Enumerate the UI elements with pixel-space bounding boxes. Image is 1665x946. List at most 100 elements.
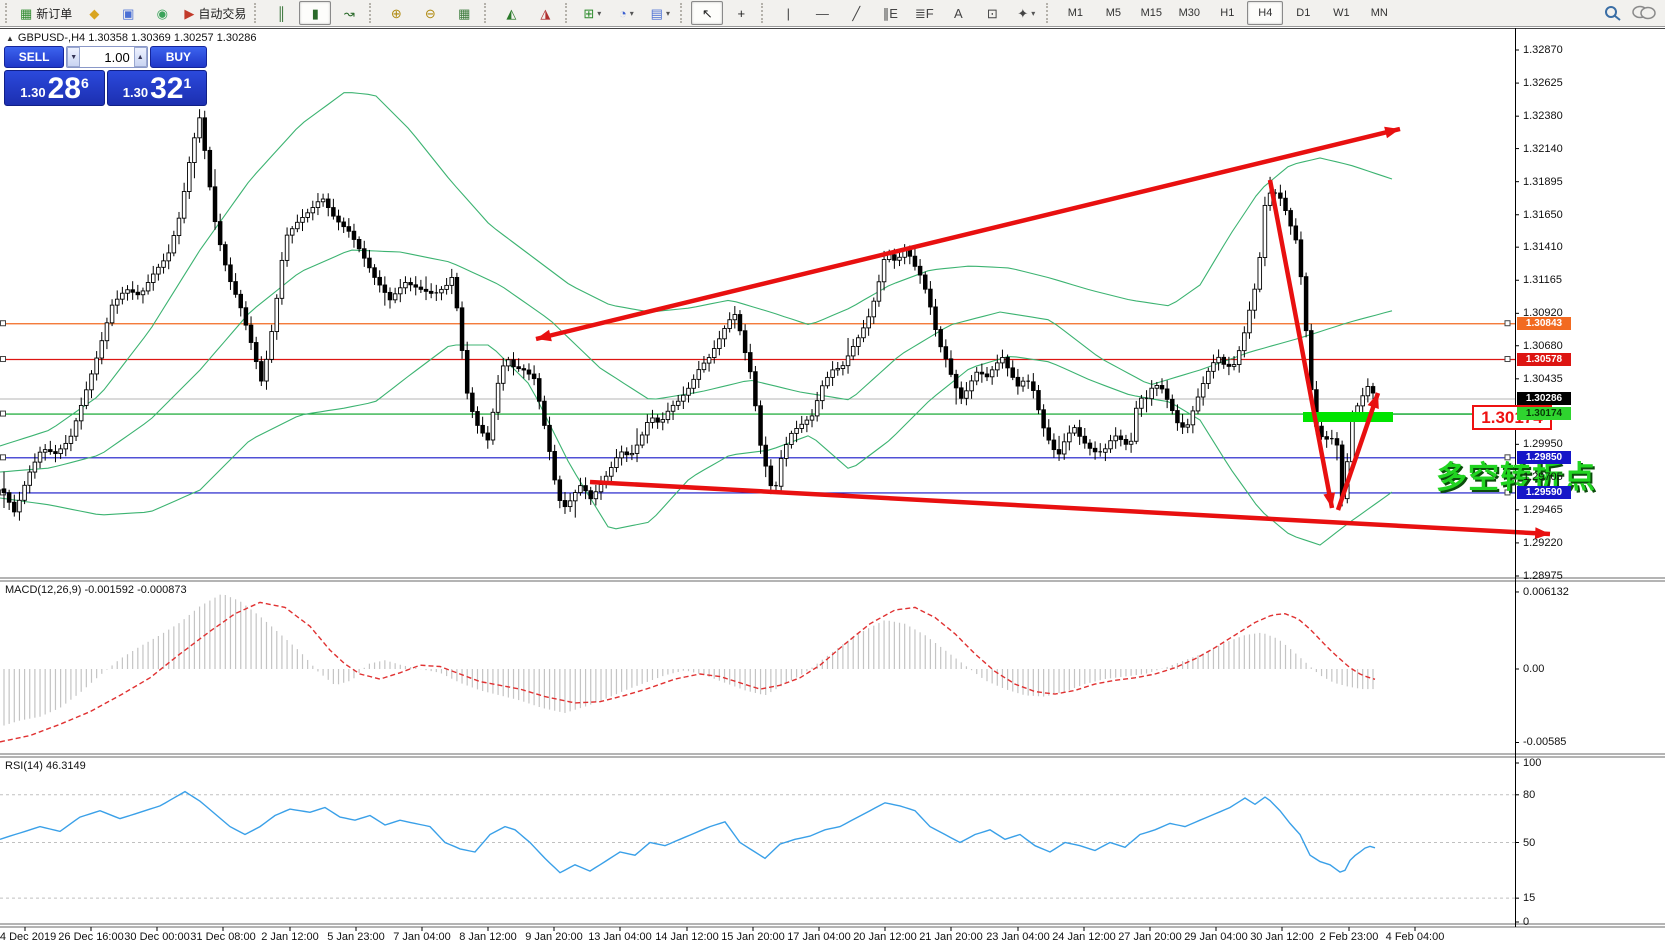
auto-scroll-icon[interactable]: ◭ [495,1,527,25]
volume-decrease-icon[interactable]: ▼ [67,47,80,67]
chat-icon[interactable] [1631,4,1657,22]
zoom-in-icon[interactable]: ⊕ [380,1,412,25]
macd-tick-label: -0.00585 [1523,736,1566,748]
tile-windows-icon-icon: ▦ [458,7,470,20]
price-badge: 1.30286 [1517,392,1571,405]
rsi-tick-label: 80 [1523,789,1535,801]
buy-price-sup: 1 [183,75,191,91]
horizontal-line-icon: — [816,7,829,20]
new-order-icon: ▦ [20,7,32,20]
mt4-terminal: ▦新订单◆▣◉▶自动交易║▮↝⊕⊖▦◭◮⊞▾◔▾▤▾↖+|—╱∥E≣FA⊡✦▾M… [0,0,1665,946]
volume-stepper[interactable]: ▼ 1.00 ▲ [66,46,148,68]
chevron-down-icon: ▾ [666,9,670,18]
timeframe-m5[interactable]: M5 [1095,1,1131,25]
toolbar-grip [565,3,572,23]
macd-tick-label: 0.006132 [1523,586,1569,598]
price-tick-label: 1.31165 [1523,274,1562,286]
collapse-triangle-icon[interactable]: ▲ [6,34,14,43]
auto-scroll-icon-icon: ◭ [506,7,516,20]
toolbar-grip [484,3,491,23]
fibonacci-icon: ≣F [915,7,934,20]
symbol-quote-text: GBPUSD-,H4 1.30358 1.30369 1.30257 1.302… [18,32,257,44]
volume-increase-icon[interactable]: ▲ [134,47,147,67]
timeframe-d1[interactable]: D1 [1285,1,1321,25]
bar-chart-icon-icon: ║ [277,7,286,20]
signals-icon[interactable]: ◉ [146,1,178,25]
text-label-tool[interactable]: ⊡ [976,1,1008,25]
candlestick-chart-icon[interactable]: ▮ [299,1,331,25]
vertical-line-tool[interactable]: | [772,1,804,25]
tile-windows-icon[interactable]: ▦ [448,1,480,25]
price-tick-label: 1.29950 [1523,438,1563,450]
horizontal-line-tool[interactable]: — [806,1,838,25]
toolbar-grip [5,3,12,23]
periods-dropdown[interactable]: ◔▾ [610,1,642,25]
timeframe-m30[interactable]: M30 [1171,1,1207,25]
buy-price-prefix: 1.30 [123,85,148,100]
timeframe-m1[interactable]: M1 [1057,1,1093,25]
price-tick-label: 1.31410 [1523,241,1563,253]
add-indicator-dropdown[interactable]: ⊞▾ [576,1,608,25]
sell-price-big: 28 [48,75,81,103]
candlestick-chart-icon-icon: ▮ [312,7,319,20]
buy-price-big: 32 [150,75,183,103]
price-tick-label: 1.28975 [1523,570,1563,582]
market-watch-icon[interactable]: ▣ [112,1,144,25]
timeframe-h1[interactable]: H1 [1209,1,1245,25]
time-tick-label: 24 Dec 2019 [0,931,56,943]
bar-chart-icon[interactable]: ║ [265,1,297,25]
macd-tick-label: 0.00 [1523,663,1544,675]
new-order-button[interactable]: ▦ 新订单 [16,1,76,25]
chart-canvas[interactable] [0,28,1665,946]
search-icon[interactable] [1603,4,1623,22]
buy-price-button[interactable]: 1.30 32 1 [107,70,207,106]
crosshair-tool[interactable]: + [725,1,757,25]
price-badge: 1.30843 [1517,317,1571,330]
time-tick-label: 14 Jan 12:00 [655,931,719,943]
line-chart-icon[interactable]: ↝ [333,1,365,25]
chart-shift-icon[interactable]: ◮ [529,1,561,25]
macd-label: MACD(12,26,9) -0.001592 -0.000873 [5,584,187,596]
zoom-in-icon-icon: ⊕ [391,7,402,20]
toolbar-grip [369,3,376,23]
time-tick-label: 2 Feb 23:00 [1320,931,1379,943]
time-tick-label: 13 Jan 04:00 [588,931,652,943]
autotrading-button[interactable]: ▶自动交易 [180,1,250,25]
shapes-dropdown[interactable]: ✦▾ [1010,1,1042,25]
periods-icon: ◔ [619,7,627,20]
toolbox-icon[interactable]: ◆ [78,1,110,25]
rsi-tick-label: 50 [1523,837,1535,849]
fibonacci-tool[interactable]: ≣F [908,1,940,25]
time-tick-label: 23 Jan 04:00 [986,931,1050,943]
rsi-tick-label: 100 [1523,757,1541,769]
time-tick-label: 15 Jan 20:00 [721,931,785,943]
channel-tool[interactable]: ∥E [874,1,906,25]
timeframe-mn[interactable]: MN [1361,1,1397,25]
timeframe-m15[interactable]: M15 [1133,1,1169,25]
trendline-tool[interactable]: ╱ [840,1,872,25]
sell-button[interactable]: SELL [4,46,64,68]
buy-button[interactable]: BUY [150,46,207,68]
timeframe-w1[interactable]: W1 [1323,1,1359,25]
templates-dropdown[interactable]: ▤▾ [644,1,676,25]
price-tick-label: 1.30435 [1523,373,1563,385]
rsi-tick-label: 15 [1523,892,1535,904]
chart-window[interactable]: ▲ GBPUSD-,H4 1.30358 1.30369 1.30257 1.3… [0,28,1665,946]
price-tick-label: 1.29465 [1523,504,1563,516]
price-badge: 1.29850 [1517,451,1571,464]
text-tool[interactable]: A [942,1,974,25]
new-order-button-label: 新订单 [36,5,72,22]
price-tick-label: 1.29220 [1523,537,1563,549]
timeframe-h4[interactable]: H4 [1247,1,1283,25]
price-tick-label: 1.30680 [1523,340,1563,352]
signals-icon-icon: ◉ [157,7,168,20]
time-tick-label: 4 Feb 04:00 [1386,931,1445,943]
price-tick-label: 1.32870 [1523,44,1563,56]
time-tick-label: 2 Jan 12:00 [261,931,319,943]
zoom-out-icon[interactable]: ⊖ [414,1,446,25]
symbol-title: ▲ GBPUSD-,H4 1.30358 1.30369 1.30257 1.3… [6,32,256,44]
cursor-tool[interactable]: ↖ [691,1,723,25]
vertical-line-icon: | [787,7,790,20]
sell-price-button[interactable]: 1.30 28 6 [4,70,105,106]
volume-value[interactable]: 1.00 [80,50,134,65]
